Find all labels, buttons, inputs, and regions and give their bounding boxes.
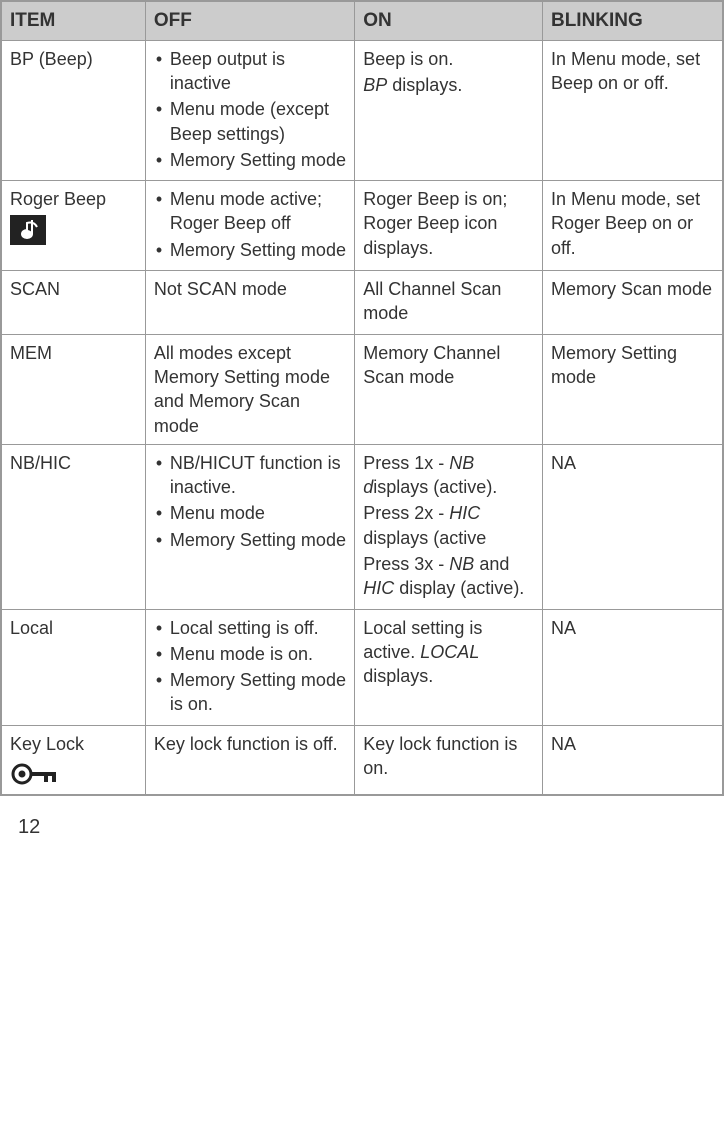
table-row: SCAN Not SCAN mode All Channel Scan mode Me… (1, 271, 723, 335)
table-row: Roger Beep Menu mode active; Roger Beep o… (1, 181, 723, 271)
music-note-icon (10, 215, 46, 245)
t: Key lock function is on. (363, 734, 517, 778)
t: Press 1x - (363, 453, 449, 473)
t: display (active). (394, 578, 524, 598)
table-row: NB/HIC NB/HICUT function is inactive.Menu… (1, 444, 723, 609)
t: HIC (363, 578, 394, 598)
t: Memory Channel Scan mode (363, 343, 500, 387)
t: NB (449, 554, 474, 574)
off-cell: All modes except Memory Setting mode and… (145, 334, 354, 444)
off-cell: Key lock function is off. (145, 725, 354, 795)
t: Roger Beep is on; Roger Beep icon displa… (363, 189, 507, 258)
table-row: Key Lock Key lock function is off. Key loc… (1, 725, 723, 795)
off-text: Key lock function is off. (154, 732, 346, 756)
off-cell: Not SCAN mode (145, 271, 354, 335)
off-text: Not SCAN mode (154, 277, 346, 301)
col-header-blinking: BLINKING (542, 1, 723, 40)
col-header-item: ITEM (1, 1, 145, 40)
item-cell: Local (1, 609, 145, 725)
list-item: Memory Setting mode is on. (154, 668, 346, 717)
item-label: NB/HIC (10, 451, 137, 475)
t: HIC (449, 503, 480, 523)
blinking-cell: Memory Setting mode (542, 334, 723, 444)
col-header-on: ON (355, 1, 543, 40)
off-cell: Beep output is inactiveMenu mode (except… (145, 40, 354, 180)
reference-table: ITEM OFF ON BLINKING BP (Beep) Beep outpu… (0, 0, 724, 796)
item-label: SCAN (10, 277, 137, 301)
list-item: Memory Setting mode (154, 148, 346, 172)
t: displays (active (363, 528, 486, 548)
item-cell: Key Lock (1, 725, 145, 795)
item-label: Roger Beep (10, 187, 137, 211)
off-cell: Local setting is off.Menu mode is on.Mem… (145, 609, 354, 725)
on-cell: All Channel Scan mode (355, 271, 543, 335)
list-item: NB/HICUT function is inactive. (154, 451, 346, 500)
on-cell: Beep is on. BP displays. (355, 40, 543, 180)
blinking-cell: NA (542, 609, 723, 725)
on-cell: Memory Channel Scan mode (355, 334, 543, 444)
t: Press 2x - (363, 503, 449, 523)
blinking-cell: In Menu mode, set Roger Beep on or off. (542, 181, 723, 271)
on-cell: Press 1x - NB displays (active).Press 2x… (355, 444, 543, 609)
table-row: MEM All modes except Memory Setting mode … (1, 334, 723, 444)
list-item: Menu mode active; Roger Beep off (154, 187, 346, 236)
blinking-cell: NA (542, 725, 723, 795)
item-cell: BP (Beep) (1, 40, 145, 180)
on-cell: Key lock function is on. (355, 725, 543, 795)
list-item: Memory Setting mode (154, 528, 346, 552)
list-item: Memory Setting mode (154, 238, 346, 262)
t: displays. (363, 666, 433, 686)
blinking-cell: In Menu mode, set Beep on or off. (542, 40, 723, 180)
blinking-cell: Memory Scan mode (542, 271, 723, 335)
page-number: 12 (0, 796, 724, 839)
item-label: Key Lock (10, 732, 137, 756)
item-label: MEM (10, 341, 137, 365)
t: displays. (387, 75, 462, 95)
item-cell: NB/HIC (1, 444, 145, 609)
t: All Channel Scan mode (363, 279, 501, 323)
key-lock-icon (10, 760, 62, 788)
table-row: Local Local setting is off.Menu mode is o… (1, 609, 723, 725)
list-item: Menu mode (154, 501, 346, 525)
t: isplays (active). (373, 477, 497, 497)
item-cell: Roger Beep (1, 181, 145, 271)
t: Beep is on. (363, 49, 453, 69)
list-item: Menu mode (except Beep settings) (154, 97, 346, 146)
on-cell: Roger Beep is on; Roger Beep icon displa… (355, 181, 543, 271)
list-item: Beep output is inactive (154, 47, 346, 96)
item-cell: MEM (1, 334, 145, 444)
t: Press 3x - (363, 554, 449, 574)
off-text: All modes except Memory Setting mode and… (154, 341, 346, 438)
t: and (474, 554, 509, 574)
off-cell: NB/HICUT function is inactive.Menu mode M… (145, 444, 354, 609)
col-header-off: OFF (145, 1, 354, 40)
t: BP (363, 75, 387, 95)
off-cell: Menu mode active; Roger Beep offMemory S… (145, 181, 354, 271)
item-cell: SCAN (1, 271, 145, 335)
blinking-cell: NA (542, 444, 723, 609)
item-label: BP (Beep) (10, 47, 137, 71)
list-item: Menu mode is on. (154, 642, 346, 666)
item-label: Local (10, 616, 137, 640)
on-cell: Local setting is active. LOCAL displays. (355, 609, 543, 725)
table-row: BP (Beep) Beep output is inactiveMenu mod… (1, 40, 723, 180)
t: LOCAL (420, 642, 479, 662)
list-item: Local setting is off. (154, 616, 346, 640)
